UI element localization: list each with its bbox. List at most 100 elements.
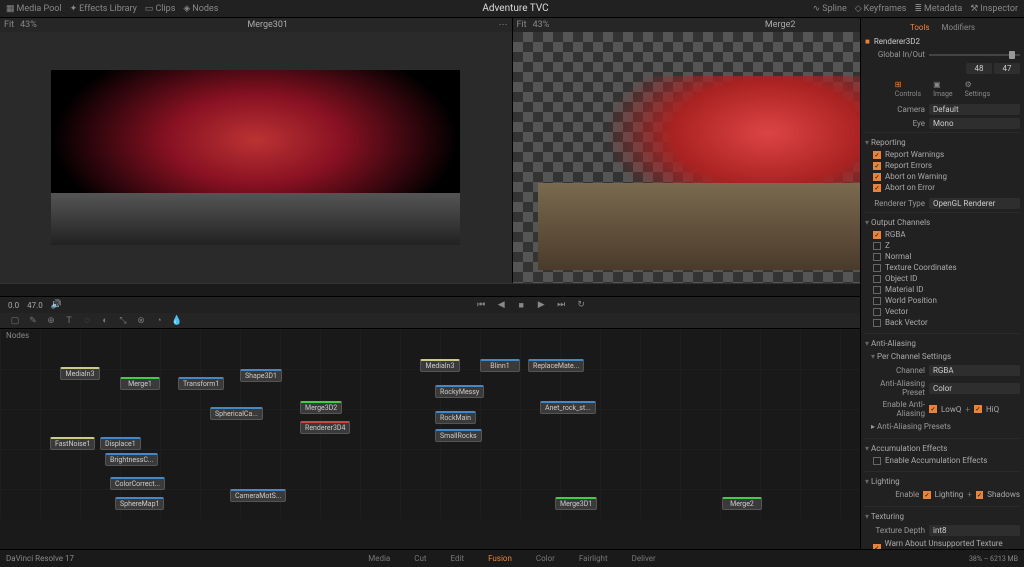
keyframes-button[interactable]: ◇Keyframes: [855, 4, 907, 14]
checkbox[interactable]: [873, 308, 881, 316]
output-channels-section[interactable]: Output Channels: [865, 216, 1020, 229]
viewer-canvas-left[interactable]: [0, 32, 512, 283]
page-tab-cut[interactable]: Cut: [414, 554, 426, 563]
fit-dropdown[interactable]: Fit: [517, 20, 527, 30]
inspector-modifiers-tab[interactable]: Modifiers: [938, 22, 980, 33]
node-cameramots[interactable]: CameraMotS...: [230, 489, 286, 502]
tool-merge-icon[interactable]: ⊗: [134, 314, 148, 328]
node-fastnoise1[interactable]: FastNoise1: [50, 437, 95, 450]
tool-background-icon[interactable]: ▢: [8, 314, 22, 328]
inspector-tools-tab[interactable]: Tools: [906, 22, 934, 33]
settings-tab-icon[interactable]: ⚙Settings: [965, 80, 991, 98]
node-replacemate[interactable]: ReplaceMate...: [528, 359, 584, 372]
spline-button[interactable]: ∿Spline: [813, 4, 847, 14]
global-inout-slider[interactable]: [929, 54, 1020, 56]
effects-library-button[interactable]: ✦Effects Library: [70, 4, 137, 14]
tool-transform-icon[interactable]: ⤡: [116, 314, 130, 328]
node-mediain3[interactable]: MediaIn3: [60, 367, 100, 380]
page-tab-fusion[interactable]: Fusion: [488, 554, 512, 563]
zoom-value[interactable]: 43%: [20, 20, 37, 30]
texture-depth-dropdown[interactable]: int8: [929, 525, 1020, 536]
tool-tracker-icon[interactable]: ⊕: [44, 314, 58, 328]
per-channel-section[interactable]: Per Channel Settings: [865, 350, 1020, 363]
page-tab-media[interactable]: Media: [368, 554, 390, 563]
checkbox[interactable]: [873, 151, 881, 159]
aa-hiq-checkbox[interactable]: [974, 405, 982, 413]
aa-presets-section[interactable]: ▸ Anti-Aliasing Presets: [865, 420, 1020, 433]
last-frame-button[interactable]: ⏭: [554, 299, 568, 311]
page-tab-deliver[interactable]: Deliver: [632, 554, 656, 563]
node-shape3d1[interactable]: Shape3D1: [240, 369, 282, 382]
loop-button[interactable]: ↻: [574, 299, 588, 311]
shadows-checkbox[interactable]: [976, 491, 983, 499]
aa-channel-dropdown[interactable]: RGBA: [929, 365, 1020, 376]
node-rockmain[interactable]: RockMain: [435, 411, 476, 424]
fit-dropdown[interactable]: Fit: [4, 20, 14, 30]
node-merge1[interactable]: Merge1: [120, 377, 160, 390]
node-anetrockst[interactable]: Anet_rock_st...: [540, 401, 596, 414]
eye-dropdown[interactable]: Mono: [929, 118, 1020, 129]
node-rockymessy[interactable]: RockyMessy: [435, 385, 484, 398]
checkbox[interactable]: [873, 297, 881, 305]
node-merge2[interactable]: Merge2: [722, 497, 762, 510]
node-blinn1[interactable]: Blinn1: [480, 359, 520, 372]
tool-paint-icon[interactable]: ✎: [26, 314, 40, 328]
checkbox[interactable]: [873, 173, 881, 181]
page-tab-edit[interactable]: Edit: [451, 554, 465, 563]
checkbox[interactable]: [873, 184, 881, 192]
node-colorcorrect[interactable]: ColorCorrect...: [110, 477, 165, 490]
tool-colorcorr-icon[interactable]: ◐: [98, 314, 112, 328]
zoom-value[interactable]: 43%: [533, 20, 550, 30]
node-mediain3[interactable]: MediaIn3: [420, 359, 460, 372]
inspector-button[interactable]: ⚒Inspector: [970, 4, 1018, 14]
anti-aliasing-section[interactable]: Anti-Aliasing: [865, 337, 1020, 350]
checkbox[interactable]: [873, 275, 881, 283]
node-displace1[interactable]: Displace1: [100, 437, 141, 450]
aa-preset-dropdown[interactable]: Color: [929, 383, 1020, 394]
node-renderer3d4[interactable]: Renderer3D4: [300, 421, 350, 434]
node-sphericalca[interactable]: SphericalCa...: [210, 407, 263, 420]
node-name-field[interactable]: Renderer3D2: [874, 37, 920, 46]
renderer-type-dropdown[interactable]: OpenGL Renderer: [929, 198, 1020, 209]
nodes-button[interactable]: ◈Nodes: [183, 4, 218, 14]
global-in-value[interactable]: 48: [966, 63, 992, 74]
page-tab-fairlight[interactable]: Fairlight: [579, 554, 608, 563]
accumulation-section[interactable]: Accumulation Effects: [865, 442, 1020, 455]
speaker-icon[interactable]: 🔊: [51, 300, 62, 310]
global-out-value[interactable]: 47: [994, 63, 1020, 74]
media-pool-button[interactable]: ▦Media Pool: [6, 4, 62, 14]
node-spheremap1[interactable]: SphereMap1: [115, 497, 164, 510]
checkbox[interactable]: [873, 264, 881, 272]
node-merge3d2[interactable]: Merge3D2: [300, 401, 342, 414]
viewer-options-icon[interactable]: ⋯: [499, 20, 508, 30]
lighting-checkbox[interactable]: [923, 491, 930, 499]
controls-tab-icon[interactable]: ⊞Controls: [895, 80, 921, 98]
lighting-section[interactable]: Lighting: [865, 475, 1020, 488]
tool-text-icon[interactable]: T: [62, 314, 76, 328]
accum-enable-checkbox[interactable]: [873, 457, 881, 465]
image-tab-icon[interactable]: ▣Image: [933, 80, 953, 98]
checkbox[interactable]: [873, 253, 881, 261]
tool-drop-icon[interactable]: 💧: [170, 314, 184, 328]
tool-mask-icon[interactable]: ◔: [152, 314, 166, 328]
node-merge3d1[interactable]: Merge3D1: [555, 497, 597, 510]
checkbox[interactable]: [873, 242, 881, 250]
node-brightnessc[interactable]: BrightnessC...: [105, 453, 158, 466]
node-transform1[interactable]: Transform1: [178, 377, 224, 390]
stop-button[interactable]: ■: [514, 299, 528, 311]
play-button[interactable]: ▶: [534, 299, 548, 311]
page-tab-color[interactable]: Color: [536, 554, 555, 563]
texturing-section[interactable]: Texturing: [865, 510, 1020, 523]
checkbox[interactable]: [873, 319, 881, 327]
node-smallrocks[interactable]: SmallRocks: [435, 429, 482, 442]
checkbox[interactable]: [873, 286, 881, 294]
tool-blur-icon[interactable]: ◌: [80, 314, 94, 328]
camera-dropdown[interactable]: Default: [929, 104, 1020, 115]
out-point[interactable]: 47.0: [27, 301, 43, 310]
reporting-section[interactable]: Reporting: [865, 136, 1020, 149]
checkbox[interactable]: [873, 231, 881, 239]
first-frame-button[interactable]: ⏮: [474, 299, 488, 311]
aa-lowq-checkbox[interactable]: [929, 405, 937, 413]
in-point[interactable]: 0.0: [8, 301, 19, 310]
play-reverse-button[interactable]: ◀: [494, 299, 508, 311]
